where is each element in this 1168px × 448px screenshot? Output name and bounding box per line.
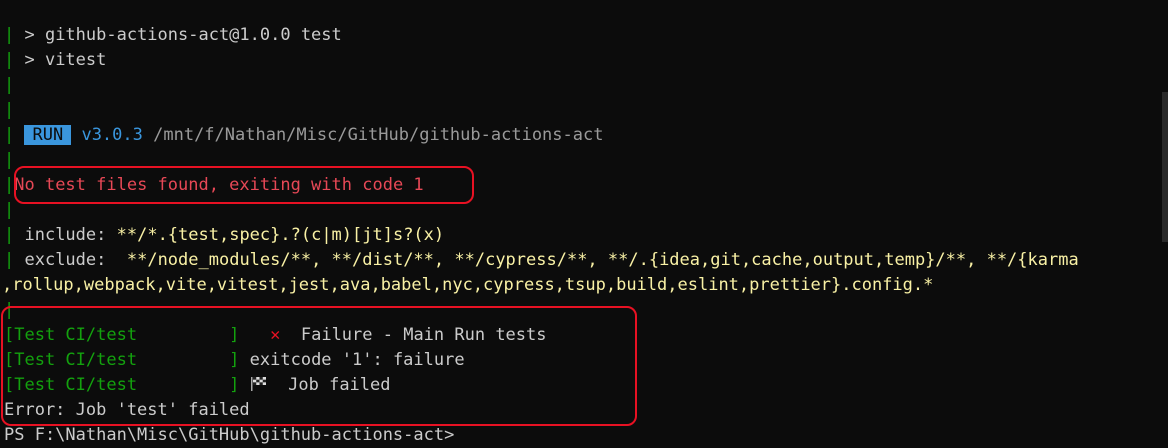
include-label: include:: [24, 225, 107, 245]
vitest-line: | > vitest: [4, 50, 107, 70]
exclude-value: **/node_modules/**, **/dist/**, **/cypre…: [126, 250, 1079, 270]
blank-line: |: [4, 150, 15, 170]
exclude-line-wrap: ,rollup,webpack,vite,vitest,jest,ava,bab…: [2, 273, 933, 298]
npm-script-line: | > github-actions-act@1.0.0 test: [4, 25, 342, 45]
exclude-label: exclude:: [24, 250, 107, 270]
blank-line: |: [4, 200, 15, 220]
include-value: **/*.{test,spec}.?(c|m)[jt]s?(x): [116, 225, 445, 245]
terminal-window[interactable]: | > github-actions-act@1.0.0 test | > vi…: [0, 0, 1168, 448]
npm-test-command: > github-actions-act@1.0.0 test: [24, 25, 342, 45]
run-badge: RUN: [24, 125, 72, 145]
shell-prompt: PS F:\Nathan\Misc\GitHub\github-actions-…: [4, 425, 455, 445]
blank-line: |: [4, 75, 15, 95]
blank-line: |: [4, 100, 15, 120]
exclude-value-cont: ,rollup,webpack,vite,vitest,jest,ava,bab…: [2, 275, 934, 295]
vitest-command: > vitest: [24, 50, 107, 70]
vitest-run-line: | RUN v3.0.3 /mnt/f/Nathan/Misc/GitHub/g…: [4, 125, 604, 145]
ci-failure-highlight-box: [1, 306, 637, 426]
exclude-line: | exclude: **/node_modules/**, **/dist/*…: [4, 250, 1079, 270]
scrollbar-thumb[interactable]: [1162, 92, 1168, 242]
no-tests-highlight-box: [14, 166, 474, 204]
include-line: | include: **/*.{test,spec}.?(c|m)[jt]s?…: [4, 225, 445, 245]
run-path: /mnt/f/Nathan/Misc/GitHub/github-actions…: [153, 125, 604, 145]
vitest-version: v3.0.3: [81, 125, 143, 145]
shell-prompt-line[interactable]: PS F:\Nathan\Misc\GitHub\github-actions-…: [4, 423, 454, 448]
